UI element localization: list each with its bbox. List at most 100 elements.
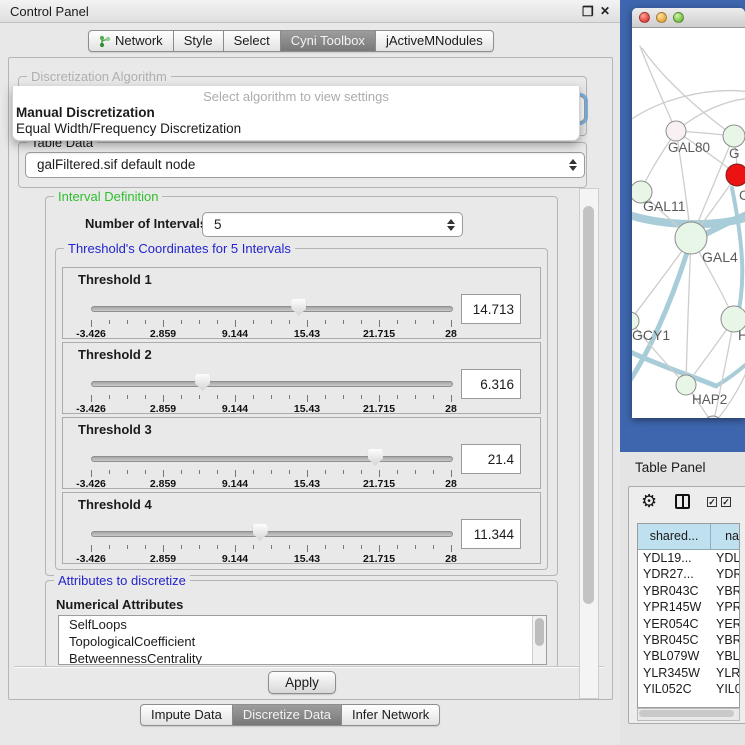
column-header-shared[interactable]: shared...: [638, 524, 711, 549]
settings-scrollbar-thumb[interactable]: [583, 206, 594, 604]
minimize-traffic-light-icon[interactable]: [656, 12, 667, 23]
dropdown-option-equal-width[interactable]: Equal Width/Frequency Discretization: [13, 121, 579, 137]
threshold-value-field[interactable]: 11.344: [461, 519, 521, 549]
shared-name-cell: YDR27...: [638, 566, 714, 582]
columns-icon[interactable]: [675, 494, 690, 509]
list-scrollbar[interactable]: [532, 616, 546, 664]
table-row[interactable]: YDR27...YDR2: [638, 566, 739, 582]
attributes-groupbox: Attributes to discretize Numerical Attri…: [45, 580, 558, 668]
tab-cyni-toolbox[interactable]: Cyni Toolbox: [281, 30, 376, 52]
float-window-icon[interactable]: ❐: [582, 4, 594, 20]
settings-scrollbar[interactable]: [579, 188, 599, 699]
slider-tick: [433, 395, 434, 399]
zoom-traffic-light-icon[interactable]: [673, 12, 684, 23]
network-node[interactable]: [666, 121, 686, 141]
table-row[interactable]: YLR345WYLR3: [638, 665, 739, 681]
list-item[interactable]: BetweennessCentrality: [59, 650, 546, 665]
table-row[interactable]: YIL052CYIL0: [638, 681, 739, 697]
threshold-value-field[interactable]: 6.316: [461, 369, 521, 399]
list-item[interactable]: SelfLoops: [59, 616, 546, 633]
shared-name-cell: YBR045C: [638, 632, 714, 648]
tab-label: Select: [234, 31, 270, 51]
tab-network[interactable]: Network: [88, 30, 174, 52]
numerical-attributes-list[interactable]: SelfLoopsTopologicalCoefficientBetweenne…: [58, 615, 547, 665]
threshold-value-field[interactable]: 21.4: [461, 444, 521, 474]
threshold-value-field[interactable]: 14.713: [461, 294, 521, 324]
slider-tick-label: 2.859: [135, 328, 191, 340]
slider-tick: [217, 545, 218, 549]
combo-stepper-icon: [447, 213, 455, 236]
slider-handle[interactable]: [291, 299, 306, 316]
slider-tick: [253, 320, 254, 324]
slider-tick: [451, 545, 452, 552]
column-header-name[interactable]: na: [711, 524, 739, 549]
shared-name-cell: YDL19...: [638, 550, 714, 566]
slider-tick: [235, 320, 236, 327]
gear-icon[interactable]: ⚙: [641, 492, 657, 510]
slider-tick: [451, 320, 452, 327]
table-row[interactable]: YER054CYER0: [638, 616, 739, 632]
tab-discretize-data[interactable]: Discretize Data: [233, 704, 342, 726]
slider-tick: [127, 545, 128, 549]
threshold-slider[interactable]: -3.4262.8599.14415.4321.71528: [91, 523, 451, 561]
slider-tick: [181, 470, 182, 474]
slider-tick: [127, 320, 128, 324]
threshold-slider[interactable]: -3.4262.8599.14415.4321.71528: [91, 298, 451, 336]
slider-handle[interactable]: [368, 449, 383, 466]
number-of-intervals-combobox[interactable]: 5: [202, 212, 463, 237]
slider-track[interactable]: [91, 306, 453, 312]
table-row[interactable]: YPR145WYPR1: [638, 599, 739, 615]
table-row[interactable]: YDL19...YDL1: [638, 550, 739, 566]
tab-infer-network[interactable]: Infer Network: [342, 704, 440, 726]
threshold-slider[interactable]: -3.4262.8599.14415.4321.71528: [91, 373, 451, 411]
slider-tick: [361, 545, 362, 549]
slider-handle[interactable]: [253, 524, 268, 541]
slider-track[interactable]: [91, 381, 453, 387]
apply-button[interactable]: Apply: [268, 671, 336, 694]
slider-tick: [289, 320, 290, 324]
tab-label: Style: [184, 31, 213, 51]
name-cell: YBR0: [714, 583, 739, 599]
slider-track[interactable]: [91, 456, 453, 462]
dropdown-option-manual-discretization[interactable]: Manual Discretization: [13, 105, 579, 121]
tab-label: Cyni Toolbox: [291, 31, 365, 51]
tab-impute-data[interactable]: Impute Data: [140, 704, 233, 726]
slider-tick: [397, 470, 398, 474]
name-cell: YDR2: [714, 566, 739, 582]
network-canvas[interactable]: GAL80GCGAL11GAL4GCY1HHAP2: [632, 28, 745, 418]
network-node[interactable]: [726, 164, 745, 186]
table-row[interactable]: YBR043CYBR0: [638, 583, 739, 599]
checkbox-icon[interactable]: ✓: [721, 497, 731, 507]
slider-tick-label: 9.144: [207, 328, 263, 340]
tab-select[interactable]: Select: [224, 30, 281, 52]
node-label: GCY1: [632, 327, 670, 343]
slider-tick-label: 2.859: [135, 403, 191, 415]
tab-style[interactable]: Style: [174, 30, 224, 52]
name-cell: YIL0: [714, 681, 739, 697]
tab-jactivemnodules[interactable]: jActiveMNodules: [376, 30, 494, 52]
table-row[interactable]: YBL079WYBL0: [638, 648, 739, 664]
slider-tick: [361, 470, 362, 474]
table-row[interactable]: YBR045CYBR0: [638, 632, 739, 648]
network-edge: [632, 91, 745, 123]
slider-tick: [145, 545, 146, 549]
slider-track[interactable]: [91, 531, 453, 537]
slider-tick: [361, 395, 362, 399]
table-data-combobox[interactable]: galFiltered.sif default node: [25, 152, 585, 178]
close-traffic-light-icon[interactable]: [639, 12, 650, 23]
slider-handle[interactable]: [195, 374, 210, 391]
node-table[interactable]: shared... na YDL19...YDL1YDR27...YDR2YBR…: [637, 523, 740, 708]
slider-tick: [181, 545, 182, 549]
slider-tick: [289, 470, 290, 474]
slider-tick: [217, 470, 218, 474]
network-node[interactable]: [723, 125, 745, 147]
threshold-slider[interactable]: -3.4262.8599.14415.4321.71528: [91, 448, 451, 486]
list-scrollbar-thumb[interactable]: [535, 618, 544, 646]
right-panel: GAL80GCGAL11GAL4GCY1HHAP2 Table Panel ⚙ …: [620, 0, 745, 745]
close-icon[interactable]: ✕: [600, 4, 610, 18]
slider-tick: [145, 320, 146, 324]
table-horizontal-scrollbar[interactable]: [637, 708, 740, 721]
list-item[interactable]: TopologicalCoefficient: [59, 633, 546, 650]
checkbox-icon[interactable]: ✓: [707, 497, 717, 507]
table-hscrollbar-thumb[interactable]: [639, 710, 734, 717]
